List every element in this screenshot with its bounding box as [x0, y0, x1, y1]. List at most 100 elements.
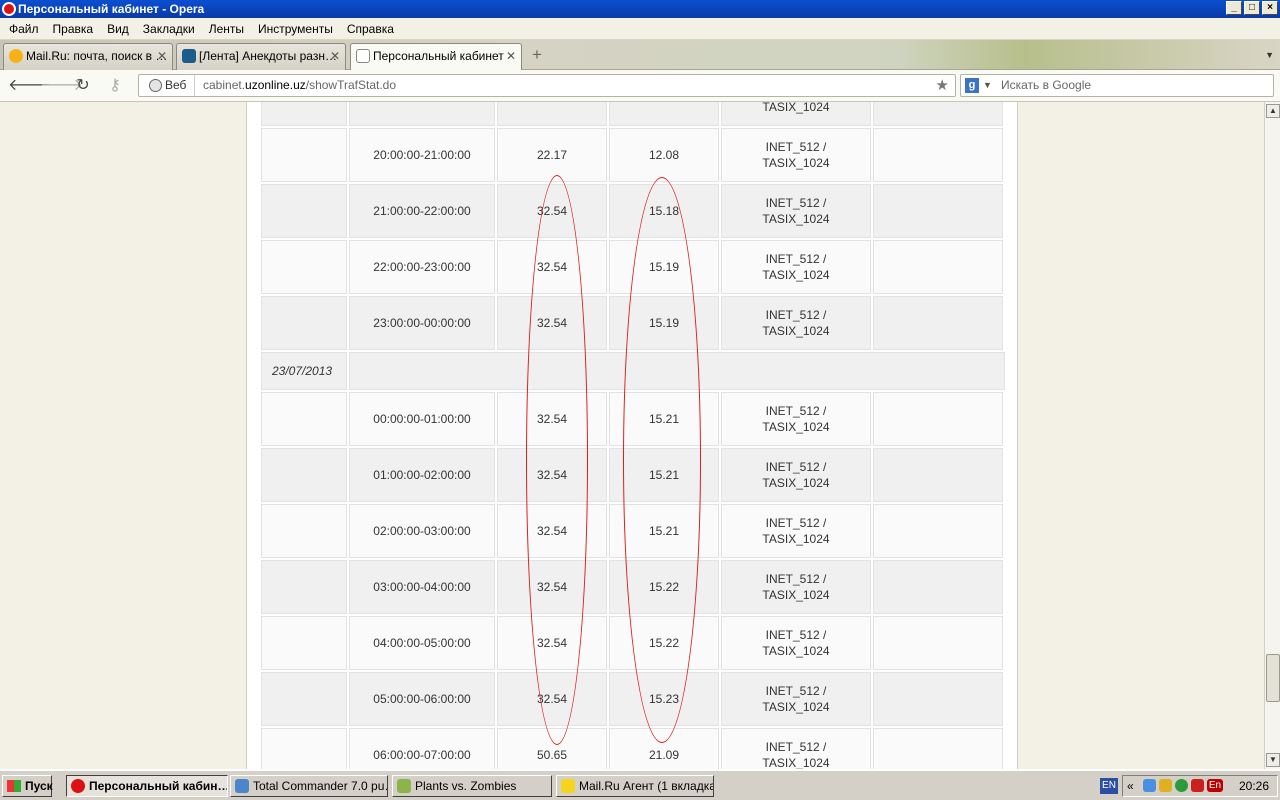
system-tray: « En 20:26	[1122, 775, 1278, 797]
tariff-line-1: INET_512 /	[765, 460, 827, 474]
tab-lenta[interactable]: [Лента] Анекдоты разн… ✕	[176, 43, 346, 70]
tariff-line-2: TASIX_1024	[762, 644, 830, 658]
menu-tools[interactable]: Инструменты	[251, 22, 340, 36]
globe-icon	[149, 79, 162, 92]
language-indicator[interactable]: EN	[1100, 778, 1118, 794]
tariff-cell: INET_512 / TASIX_1024	[721, 128, 871, 182]
time-cell: 00:00:00-01:00:00	[349, 392, 495, 446]
empty-cell	[261, 728, 347, 769]
network-icon[interactable]	[1143, 779, 1156, 792]
tariff-line-1: INET_512 /	[765, 516, 827, 530]
tariff-line-1: INET_512 /	[765, 140, 827, 154]
tab-label: [Лента] Анекдоты разн…	[199, 49, 337, 63]
game-icon	[397, 779, 411, 793]
tariff-cell: TASIX_1024	[721, 102, 871, 126]
scroll-thumb[interactable]	[1266, 654, 1280, 702]
tariff-cell: INET_512 / TASIX_1024	[721, 448, 871, 502]
total-commander-icon	[235, 779, 249, 793]
keyboard-layout-icon[interactable]: En	[1207, 779, 1223, 792]
tariff-line-2: TASIX_1024	[762, 588, 830, 602]
tariff-line-1: INET_512 /	[765, 196, 827, 210]
key-icon[interactable]: ⚷	[104, 76, 126, 96]
empty-cell	[261, 184, 347, 238]
page-icon	[356, 49, 370, 63]
reload-button[interactable]: ↻	[72, 76, 94, 96]
empty-cell	[873, 184, 1003, 238]
menu-feeds[interactable]: Ленты	[202, 22, 251, 36]
menu-help[interactable]: Справка	[340, 22, 401, 36]
tab-bar: Mail.Ru: почта, поиск в … ✕ [Лента] Анек…	[0, 40, 1280, 71]
tab-close-icon[interactable]: ✕	[330, 44, 340, 69]
utorrent-icon[interactable]	[1175, 779, 1188, 792]
tray-expand-icon[interactable]: «	[1127, 776, 1134, 796]
empty-cell	[873, 392, 1003, 446]
tariff-line-2: TASIX_1024	[762, 324, 830, 338]
search-field[interactable]: g ▼ Искать в Google	[960, 74, 1274, 97]
scroll-up-button[interactable]: ▲	[1266, 104, 1280, 118]
tariff-cell: INET_512 / TASIX_1024	[721, 616, 871, 670]
tariff-line-1: INET_512 /	[765, 628, 827, 642]
empty-cell	[261, 392, 347, 446]
opera-icon	[71, 779, 85, 793]
time-cell: 06:00:00-07:00:00	[349, 728, 495, 769]
url-text[interactable]: cabinet.uzonline.uz/showTrafStat.do	[203, 75, 396, 96]
empty-cell	[261, 240, 347, 294]
menu-bar: Файл Правка Вид Закладки Ленты Инструмен…	[0, 18, 1280, 40]
tariff-cell: INET_512 / TASIX_1024	[721, 728, 871, 769]
volume-icon[interactable]	[1159, 779, 1172, 792]
address-field[interactable]: Веб cabinet.uzonline.uz/showTrafStat.do …	[138, 74, 956, 97]
task-total-commander[interactable]: Total Commander 7.0 pu…	[230, 775, 388, 797]
tab-personal-cabinet[interactable]: Персональный кабинет ✕	[350, 43, 522, 71]
task-plants-vs-zombies[interactable]: Plants vs. Zombies	[392, 775, 552, 797]
chevron-down-icon[interactable]: ▼	[983, 75, 992, 96]
time-cell: 22:00:00-23:00:00	[349, 240, 495, 294]
menu-file[interactable]: Файл	[2, 22, 46, 36]
tariff-cell: INET_512 / TASIX_1024	[721, 560, 871, 614]
search-placeholder: Искать в Google	[1001, 78, 1092, 92]
empty-cell	[873, 728, 1003, 769]
tariff-cell: INET_512 / TASIX_1024	[721, 240, 871, 294]
highlight-ellipse-col2	[623, 177, 701, 743]
start-button[interactable]: Пуск	[2, 775, 53, 797]
tab-close-icon[interactable]: ✕	[157, 44, 167, 69]
menu-view[interactable]: Вид	[100, 22, 136, 36]
new-tab-button[interactable]: +	[528, 46, 546, 64]
task-opera[interactable]: Персональный кабин…	[66, 775, 228, 797]
scroll-down-button[interactable]: ▼	[1266, 753, 1280, 767]
table-row: TASIX_1024	[261, 102, 1005, 126]
tab-close-icon[interactable]: ✕	[506, 44, 516, 69]
menu-edit[interactable]: Правка	[46, 22, 101, 36]
tab-menu-chevron-icon[interactable]: ▼	[1265, 50, 1274, 60]
tariff-cell: INET_512 / TASIX_1024	[721, 672, 871, 726]
empty-cell	[261, 448, 347, 502]
bookmark-star-icon[interactable]: ★	[936, 75, 949, 96]
maximize-button[interactable]: □	[1244, 1, 1260, 15]
forward-button[interactable]: 🡒	[40, 76, 83, 96]
time-cell: 23:00:00-00:00:00	[349, 296, 495, 350]
envelope-icon	[561, 779, 575, 793]
vertical-scrollbar[interactable]: ▲ ▼	[1264, 102, 1280, 769]
value-cell-1: 22.17	[497, 128, 607, 182]
close-button[interactable]: ×	[1262, 1, 1278, 15]
minimize-button[interactable]: _	[1226, 1, 1242, 15]
time-cell: 20:00:00-21:00:00	[349, 128, 495, 182]
time-cell: 01:00:00-02:00:00	[349, 448, 495, 502]
window-title: Персональный кабинет - Opera	[18, 2, 205, 16]
back-button[interactable]: 🡐	[8, 76, 51, 96]
web-badge[interactable]: Веб	[139, 75, 195, 96]
antivirus-icon[interactable]	[1191, 779, 1204, 792]
tariff-line-2: TASIX_1024	[762, 420, 830, 434]
tariff-cell: INET_512 / TASIX_1024	[721, 296, 871, 350]
time-cell: 03:00:00-04:00:00	[349, 560, 495, 614]
opera-icon	[2, 2, 16, 16]
empty-cell	[873, 296, 1003, 350]
tariff-line-2: TASIX_1024	[762, 268, 830, 282]
table-row: 20:00:00-21:00:00 22.17 12.08 INET_512 / TAS…	[261, 128, 1005, 182]
tariff-cell: INET_512 / TASIX_1024	[721, 392, 871, 446]
tab-mailru[interactable]: Mail.Ru: почта, поиск в … ✕	[3, 43, 173, 70]
tariff-line-1: INET_512 /	[765, 308, 827, 322]
menu-bookmarks[interactable]: Закладки	[136, 22, 202, 36]
task-mailru-agent[interactable]: Mail.Ru Агент (1 вкладка)	[556, 775, 714, 797]
table-row: 21:00:00-22:00:00 32.54 15.18 INET_512 /TAS…	[261, 184, 1005, 238]
empty-cell	[873, 560, 1003, 614]
